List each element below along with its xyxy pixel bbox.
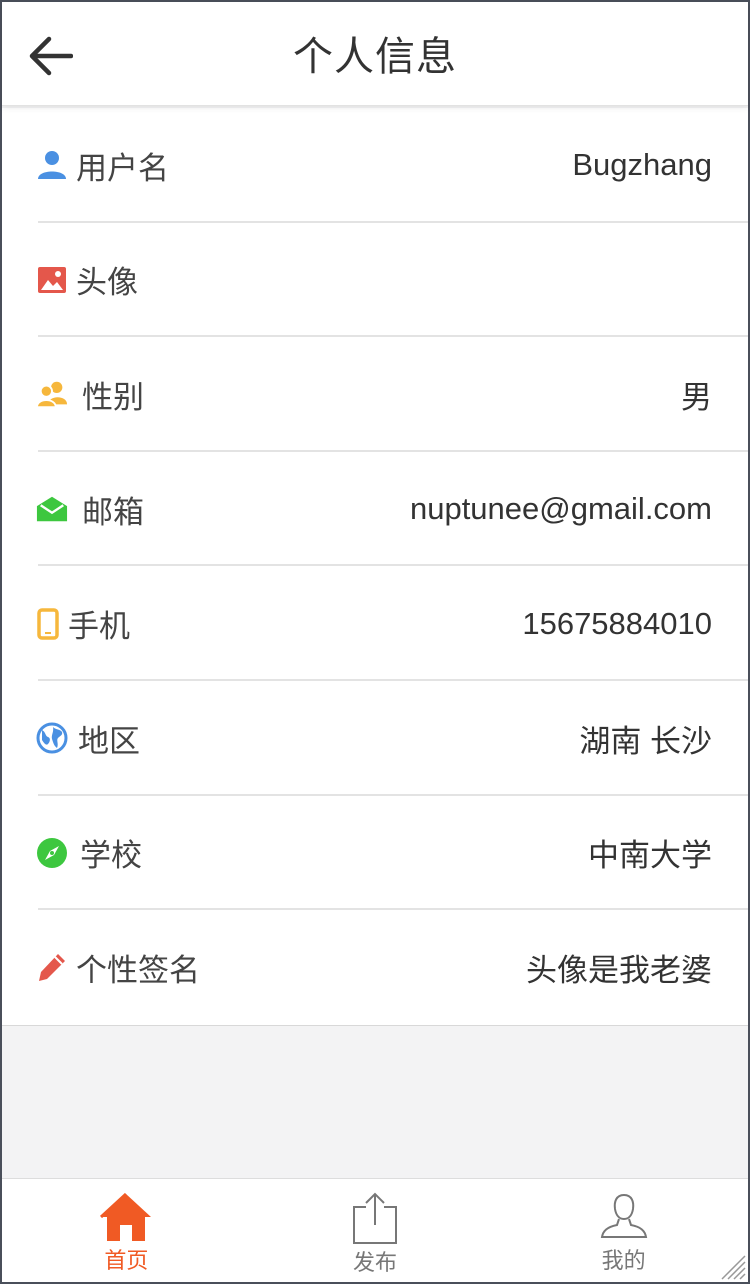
row-school[interactable]: 学校 中南大学	[2, 796, 748, 911]
row-label: 头像	[76, 265, 138, 302]
row-label: 学校	[80, 838, 142, 875]
row-label: 性别	[82, 379, 144, 416]
row-label: 地区	[78, 723, 140, 760]
row-avatar[interactable]: 头像	[2, 223, 748, 338]
tab-home[interactable]: 首页	[2, 1179, 251, 1282]
top-nav-bar: 个人信息	[2, 2, 748, 106]
image-icon	[36, 264, 68, 296]
tab-mine[interactable]: 我的	[499, 1179, 748, 1282]
row-username[interactable]: 用户名 Bugzhang	[2, 108, 748, 223]
tab-label: 我的	[601, 1249, 646, 1274]
mail-open-icon	[36, 493, 68, 525]
signature-value: 头像是我老婆	[526, 952, 712, 988]
phone-icon	[36, 607, 60, 640]
phone-value: 15675884010	[522, 605, 712, 641]
profile-info-list: 用户名 Bugzhang 头像 性别 男 邮箱 nuptunee@gmail.c…	[2, 108, 748, 1026]
resize-grip-icon[interactable]	[718, 1252, 746, 1280]
page-title: 个人信息	[293, 34, 457, 80]
row-gender[interactable]: 性别 男	[2, 337, 748, 452]
row-label: 邮箱	[82, 494, 144, 531]
share-upload-icon	[353, 1192, 397, 1244]
people-icon	[36, 378, 68, 410]
pencil-icon	[36, 951, 68, 983]
home-icon	[100, 1192, 152, 1241]
compass-icon	[36, 837, 68, 869]
row-label: 手机	[68, 609, 130, 646]
row-signature[interactable]: 个性签名 头像是我老婆	[2, 910, 748, 1025]
tab-label: 首页	[104, 1249, 149, 1274]
school-value: 中南大学	[588, 838, 712, 874]
email-value: nuptunee@gmail.com	[409, 491, 712, 527]
row-region[interactable]: 地区 湖南 长沙	[2, 681, 748, 796]
row-phone[interactable]: 手机 15675884010	[2, 566, 748, 681]
username-value: Bugzhang	[572, 147, 712, 183]
user-icon	[36, 149, 68, 181]
gender-value: 男	[681, 379, 712, 415]
row-label: 个性签名	[76, 952, 200, 989]
globe-icon	[36, 722, 68, 754]
tab-label: 发布	[353, 1251, 398, 1276]
row-label: 用户名	[76, 150, 169, 187]
person-outline-icon	[600, 1193, 647, 1238]
row-email[interactable]: 邮箱 nuptunee@gmail.com	[2, 452, 748, 567]
bottom-tab-bar: 首页 发布 我的	[2, 1178, 748, 1282]
tab-publish[interactable]: 发布	[251, 1179, 500, 1282]
region-value: 湖南 长沙	[579, 723, 712, 759]
